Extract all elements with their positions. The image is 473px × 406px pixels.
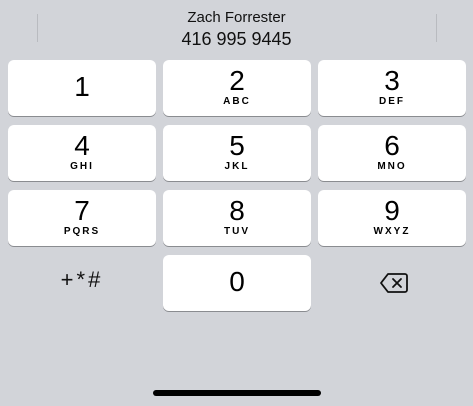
key-letters: GHI [70, 161, 94, 172]
contact-number: 416 995 9445 [181, 29, 292, 49]
phone-keypad-screen: Zach Forrester 416 995 9445 1 2 ABC 3 DE… [0, 0, 473, 406]
key-letters: PQRS [63, 226, 101, 237]
suggestion-divider-right [436, 14, 437, 42]
key-digit: 6 [384, 130, 400, 161]
contact-suggestion[interactable]: Zach Forrester 416 995 9445 [100, 6, 373, 52]
key-5[interactable]: 5 JKL [163, 125, 311, 181]
suggestion-bar: Zach Forrester 416 995 9445 [0, 0, 473, 56]
key-letters: TUV [224, 226, 250, 237]
symbols-key[interactable]: +*# [8, 255, 156, 311]
home-indicator[interactable] [153, 390, 321, 396]
key-1[interactable]: 1 [8, 60, 156, 116]
key-9[interactable]: 9 WXYZ [318, 190, 466, 246]
key-letters: ABC [223, 96, 251, 107]
key-2[interactable]: 2 ABC [163, 60, 311, 116]
suggestion-divider-left [37, 14, 38, 42]
key-digit: 2 [229, 65, 245, 96]
contact-name: Zach Forrester [187, 9, 286, 26]
key-8[interactable]: 8 TUV [163, 190, 311, 246]
key-digit: 4 [74, 130, 90, 161]
backspace-icon [380, 273, 408, 293]
key-digit: 0 [229, 266, 245, 297]
key-digit: 1 [74, 71, 90, 102]
key-0[interactable]: 0 [163, 255, 311, 311]
key-7[interactable]: 7 PQRS [8, 190, 156, 246]
key-letters: WXYZ [373, 226, 411, 237]
key-4[interactable]: 4 GHI [8, 125, 156, 181]
delete-button[interactable] [318, 255, 466, 311]
key-letters: MNO [377, 161, 407, 172]
key-3[interactable]: 3 DEF [318, 60, 466, 116]
key-letters: DEF [379, 96, 405, 107]
key-digit: 7 [74, 195, 90, 226]
key-digit: 9 [384, 195, 400, 226]
key-6[interactable]: 6 MNO [318, 125, 466, 181]
key-digit: 5 [229, 130, 245, 161]
key-letters: JKL [224, 161, 250, 172]
key-digit: 3 [384, 65, 400, 96]
key-digit: 8 [229, 195, 245, 226]
